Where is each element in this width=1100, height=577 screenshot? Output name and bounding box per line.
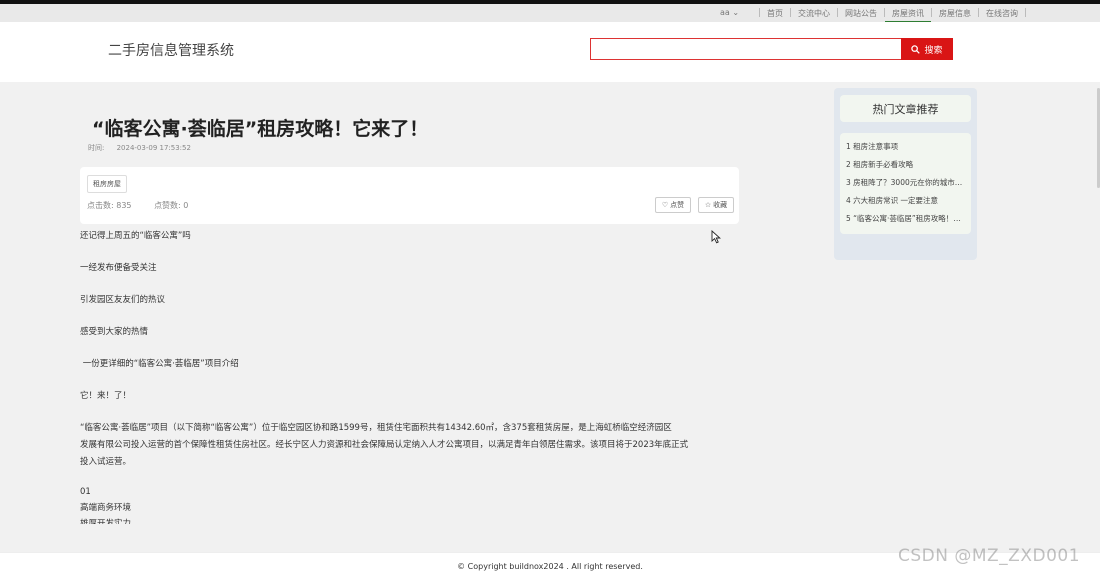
- nav-divider: [790, 8, 791, 17]
- search-input[interactable]: [590, 38, 902, 60]
- search-icon: [911, 44, 921, 54]
- paragraph: “临客公寓·荟临居”项目（以下简称“临客公寓”）位于临空园区协和路1599号，租…: [80, 423, 672, 433]
- paragraph: 投入试运营。: [80, 457, 132, 467]
- nav-online-consult[interactable]: 在线咨询: [986, 8, 1018, 19]
- nav-divider: [759, 8, 760, 17]
- time-label: 时间:: [88, 144, 105, 152]
- paragraph: 01: [80, 487, 91, 497]
- nav-divider: [837, 8, 838, 17]
- hot-articles-title: 热门文章推荐: [840, 95, 971, 122]
- like-button-label: 点赞: [670, 202, 685, 209]
- nav-housing-info[interactable]: 房屋信息: [939, 8, 971, 19]
- time-value: 2024-03-09 17:53:52: [116, 144, 191, 152]
- paragraph: 还记得上周五的“临客公寓”吗: [80, 231, 191, 241]
- nav-divider: [978, 8, 979, 17]
- chevron-down-icon: ⌄: [732, 8, 740, 17]
- username: aa: [720, 8, 730, 17]
- nav-announcements[interactable]: 网站公告: [845, 8, 877, 19]
- heart-icon: ♡: [661, 202, 669, 209]
- article-title: “临客公寓·荟临居”租房攻略！它来了！: [92, 118, 429, 140]
- paragraph: 引发园区友友们的热议: [80, 295, 166, 305]
- paragraph: 一份更详细的“临客公寓·荟临居”项目介绍: [80, 359, 239, 369]
- like-button[interactable]: ♡ 点赞: [655, 197, 691, 213]
- star-icon: ☆: [704, 202, 712, 209]
- nav-divider: [1025, 8, 1026, 17]
- paragraph: 高端商务环境: [80, 503, 132, 513]
- paragraph: 它！来！了！: [80, 391, 132, 401]
- paragraph: 一经发布便备受关注: [80, 263, 157, 273]
- hot-article-link[interactable]: 3 房租降了？3000元在你的城市能租到什么样的房子: [846, 177, 966, 195]
- user-menu[interactable]: aa ⌄: [720, 8, 739, 17]
- hot-article-link[interactable]: 5 “临客公寓·荟临居”租房攻略！它来了！: [846, 213, 966, 231]
- search-button[interactable]: 搜索: [901, 38, 953, 60]
- paragraph: 发展有限公司投入运营的首个保障性租赁住房社区。经长宁区人力资源和社会保障局认定纳…: [80, 440, 689, 450]
- paragraph: 雄厚开发实力: [80, 519, 132, 524]
- nav-housing-news[interactable]: 房屋资讯: [885, 8, 931, 23]
- nav-home[interactable]: 首页: [767, 8, 783, 19]
- nav-divider: [884, 8, 885, 17]
- hot-articles-list: 1 租房注意事项 2 租房新手必看攻略 3 房租降了？3000元在你的城市能租到…: [840, 133, 971, 234]
- mouse-cursor-icon: [711, 230, 721, 244]
- top-nav-bar: aa ⌄ 首页 交流中心 网站公告 房屋资讯 房屋信息 在线咨询: [0, 4, 1100, 23]
- favorite-button[interactable]: ☆ 收藏: [698, 197, 734, 213]
- top-nav-links: 首页 交流中心 网站公告 房屋资讯 房屋信息 在线咨询: [752, 8, 1033, 23]
- watermark-text: CSDN @MZ_ZXD001: [898, 546, 1081, 566]
- click-count: 点击数: 835: [87, 201, 132, 210]
- hot-article-link[interactable]: 1 租房注意事项: [846, 141, 966, 159]
- article-time: 时间: 2024-03-09 17:53:52: [88, 143, 191, 153]
- nav-divider: [931, 8, 932, 17]
- article-meta-card: 租房房屋 点击数: 835 点赞数: 0 ♡ 点赞 ☆ 收藏: [80, 167, 739, 224]
- article-content: 还记得上周五的“临客公寓”吗 一经发布便备受关注 引发园区友友们的热议 感受到大…: [80, 228, 740, 524]
- favorite-button-label: 收藏: [713, 202, 728, 209]
- article-stats: 点击数: 835 点赞数: 0: [87, 200, 208, 211]
- paragraph: 感受到大家的热情: [80, 327, 149, 337]
- like-count: 点赞数: 0: [154, 201, 189, 210]
- hot-article-link[interactable]: 4 六大租房常识 一定要注意: [846, 195, 966, 213]
- hot-articles-panel: 热门文章推荐 1 租房注意事项 2 租房新手必看攻略 3 房租降了？3000元在…: [834, 88, 977, 260]
- search-button-label: 搜索: [924, 44, 943, 55]
- site-title[interactable]: 二手房信息管理系统: [108, 40, 234, 60]
- nav-exchange-center[interactable]: 交流中心: [798, 8, 830, 19]
- hot-article-link[interactable]: 2 租房新手必看攻略: [846, 159, 966, 177]
- category-tag[interactable]: 租房房屋: [87, 175, 127, 193]
- site-header: 二手房信息管理系统 搜索: [0, 22, 1100, 82]
